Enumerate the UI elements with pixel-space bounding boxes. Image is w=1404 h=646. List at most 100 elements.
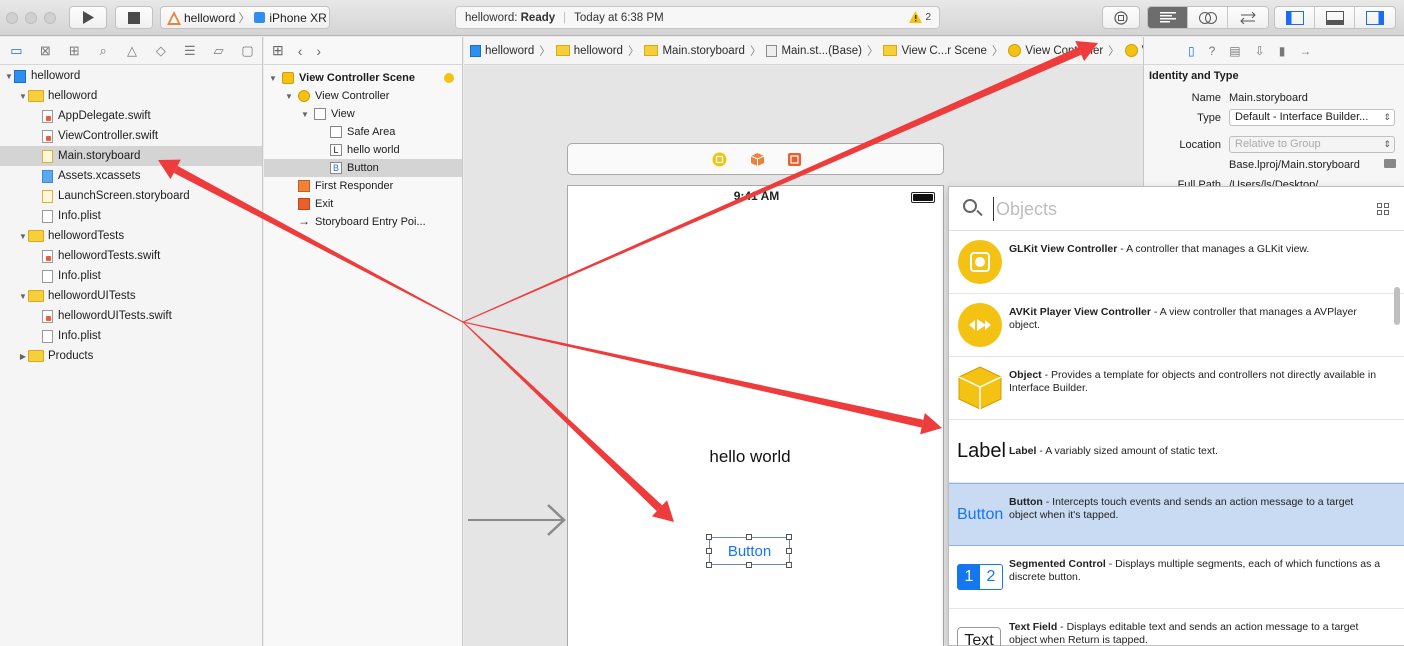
view-controller-dock-icon[interactable] (712, 152, 727, 167)
file-tree-item[interactable]: ▶ Products (0, 346, 262, 366)
library-item[interactable]: Object - Provides a template for objects… (949, 357, 1404, 420)
location-popup[interactable]: Relative to Group ⇕ (1229, 136, 1395, 153)
outline-item[interactable]: Lhello world (264, 141, 462, 159)
file-tree-item[interactable]: Assets.xcassets (0, 166, 262, 186)
issue-navigator-icon[interactable]: △ (118, 43, 147, 59)
run-button[interactable] (69, 6, 107, 29)
breadcrumb-item[interactable]: View C...r Scene (883, 45, 987, 57)
breadcrumb-item[interactable]: View Controller (1008, 44, 1103, 57)
resize-handle[interactable] (706, 562, 712, 568)
minimize-window-button[interactable] (25, 12, 37, 24)
symbol-navigator-icon[interactable]: ⊞ (60, 43, 89, 59)
source-control-navigator-icon[interactable]: ⊠ (31, 43, 60, 59)
disclosure-open-icon[interactable]: ▼ (18, 232, 28, 241)
library-item[interactable]: GLKit View Controller - A controller tha… (949, 231, 1404, 294)
file-inspector-icon[interactable]: ▯ (1188, 44, 1195, 58)
library-item[interactable]: Text Text Field - Displays editable text … (949, 609, 1404, 646)
disclosure-open-icon[interactable]: ▼ (18, 92, 28, 101)
file-tree-item[interactable]: ▼ hellowordTests (0, 226, 262, 246)
file-tree-item[interactable]: Info.plist (0, 206, 262, 226)
breadcrumb-item[interactable]: helloword (470, 44, 534, 57)
file-tree-item[interactable]: ▼ helloword (0, 66, 262, 86)
related-items-icon[interactable]: ⊞ (272, 42, 284, 59)
resize-handle[interactable] (746, 562, 752, 568)
hello-world-label[interactable]: hello world (568, 447, 932, 467)
warning-badge[interactable]: 2 (909, 11, 931, 23)
outline-item[interactable]: B Button (264, 159, 462, 177)
disclosure-open-icon[interactable]: ▼ (18, 292, 28, 301)
library-scrollbar[interactable] (1394, 287, 1400, 325)
identity-inspector-icon[interactable]: ▤ (1229, 44, 1240, 58)
breadcrumb-item[interactable]: Main.st...(Base) (766, 44, 862, 57)
outline-item[interactable]: Safe Area (264, 123, 462, 141)
zoom-window-button[interactable] (44, 12, 56, 24)
resize-handle[interactable] (786, 548, 792, 554)
test-navigator-icon[interactable]: ◇ (146, 43, 175, 59)
stop-button[interactable] (115, 6, 153, 29)
library-item[interactable]: AVKit Player View Controller - A view co… (949, 294, 1404, 357)
outline-item[interactable]: ▼ View Controller (264, 87, 462, 105)
disclosure-closed-icon[interactable]: ▶ (18, 352, 28, 361)
file-tree-item[interactable]: LaunchScreen.storyboard (0, 186, 262, 206)
outline-item[interactable]: ▼ View (264, 105, 462, 123)
first-responder-dock-icon[interactable] (750, 152, 765, 167)
file-tree-item[interactable]: hellowordTests.swift (0, 246, 262, 266)
resize-handle[interactable] (706, 548, 712, 554)
disclosure-open-icon[interactable]: ▼ (268, 74, 278, 83)
library-item[interactable]: Button Button - Intercepts touch events a… (949, 483, 1404, 546)
library-item[interactable]: 1 2 Segmented Control - Displays multiple … (949, 546, 1404, 609)
size-inspector-icon[interactable]: ▮ (1279, 44, 1286, 58)
file-tree-item[interactable]: Info.plist (0, 266, 262, 286)
folder-icon[interactable] (1384, 159, 1396, 168)
toggle-inspector-button[interactable] (1355, 7, 1395, 28)
name-value[interactable]: Main.storyboard (1229, 92, 1308, 104)
forward-chevron-icon[interactable]: › (316, 43, 321, 59)
breadcrumb-item[interactable]: Main.storyboard (644, 44, 745, 57)
report-navigator-icon[interactable]: ▢ (233, 43, 262, 59)
library-search-input[interactable] (993, 197, 1373, 221)
exit-dock-icon[interactable] (787, 152, 802, 167)
file-tree-item[interactable]: ▼ hellowordUITests (0, 286, 262, 306)
selected-button-element[interactable]: Button (709, 537, 790, 565)
file-tree-item[interactable]: AppDelegate.swift (0, 106, 262, 126)
toggle-navigator-button[interactable] (1275, 7, 1315, 28)
resize-handle[interactable] (786, 534, 792, 540)
breadcrumb-label: Main.storyboard (662, 44, 745, 57)
disclosure-open-icon[interactable]: ▼ (4, 72, 14, 81)
file-tree-item[interactable]: Info.plist (0, 326, 262, 346)
breadcrumb-item[interactable]: helloword (555, 45, 623, 57)
file-tree-item[interactable]: hellowordUITests.swift (0, 306, 262, 326)
resize-handle[interactable] (746, 534, 752, 540)
version-editor-button[interactable] (1228, 7, 1268, 28)
outline-item[interactable]: ▼ View Controller Scene (264, 69, 462, 87)
find-navigator-icon[interactable]: ⌕ (89, 43, 118, 59)
library-button[interactable] (1102, 6, 1140, 29)
quick-help-icon[interactable]: ? (1209, 44, 1216, 58)
toggle-debug-area-button[interactable] (1315, 7, 1355, 28)
entry-point-arrow-icon[interactable] (468, 502, 568, 538)
project-navigator-folder-icon[interactable]: ▭ (2, 43, 31, 59)
library-item[interactable]: Label Label - A variably sized amount of … (949, 420, 1404, 483)
resize-handle[interactable] (706, 534, 712, 540)
breakpoint-navigator-icon[interactable]: ▱ (204, 43, 233, 59)
standard-editor-button[interactable] (1148, 7, 1188, 28)
outline-item[interactable]: → Storyboard Entry Poi... (264, 213, 462, 231)
grid-view-icon[interactable] (1377, 203, 1389, 215)
file-tree-item[interactable]: ▼ helloword (0, 86, 262, 106)
close-window-button[interactable] (6, 12, 18, 24)
file-tree-item[interactable]: ViewController.swift (0, 126, 262, 146)
type-popup[interactable]: Default - Interface Builder... ⇕ (1229, 109, 1395, 126)
disclosure-open-icon[interactable]: ▼ (284, 92, 294, 101)
file-tree-item[interactable]: Main.storyboard (0, 146, 262, 166)
debug-navigator-icon[interactable]: ☰ (175, 43, 204, 59)
assistant-editor-button[interactable] (1188, 7, 1228, 28)
resize-handle[interactable] (786, 562, 792, 568)
breadcrumb-item[interactable]: View (1124, 44, 1143, 57)
back-chevron-icon[interactable]: ‹ (298, 43, 303, 59)
scheme-selector[interactable]: helloword 〉 iPhone XR (160, 6, 330, 29)
attributes-inspector-icon[interactable]: ⇩ (1255, 44, 1265, 58)
disclosure-open-icon[interactable]: ▼ (300, 110, 310, 119)
outline-item[interactable]: First Responder (264, 177, 462, 195)
connections-inspector-icon[interactable]: → (1299, 44, 1311, 58)
outline-item[interactable]: Exit (264, 195, 462, 213)
